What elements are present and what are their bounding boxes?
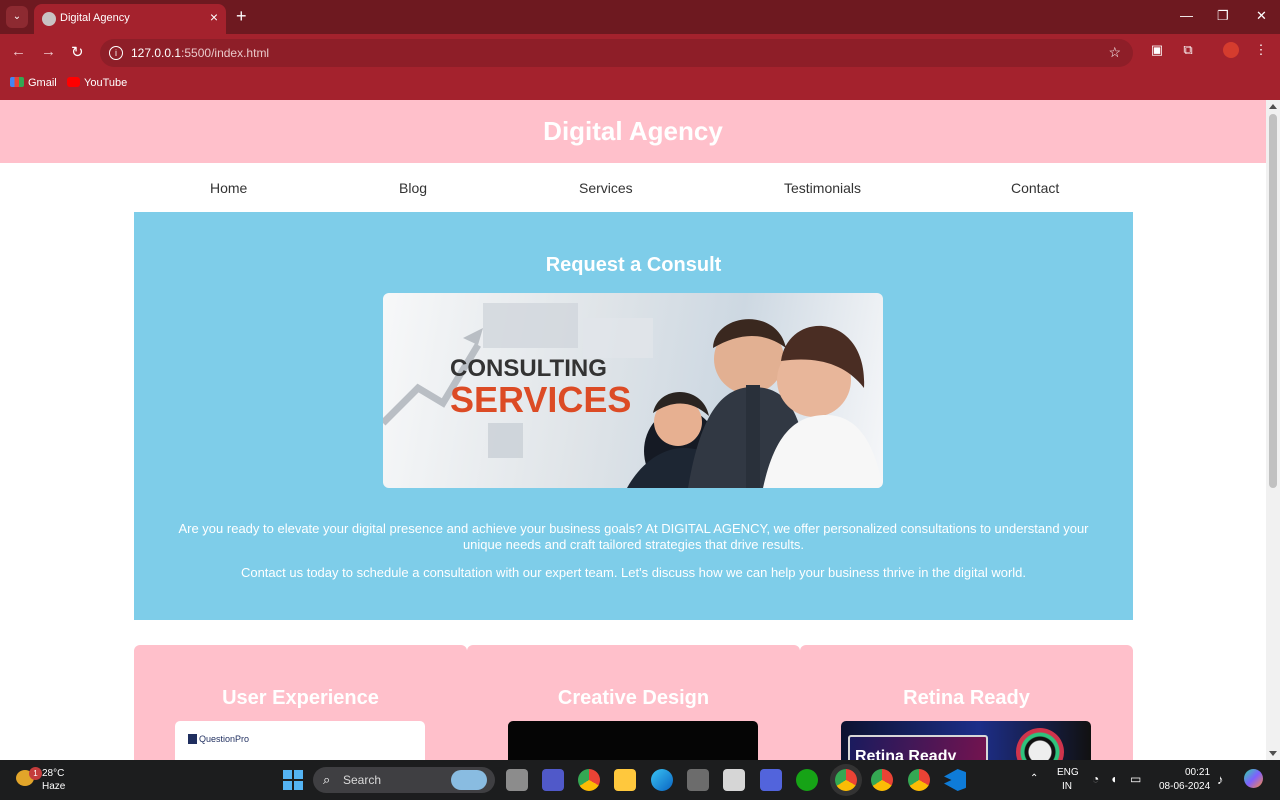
store-icon[interactable] — [723, 769, 745, 791]
site-title: Digital Agency — [543, 116, 723, 146]
consult-title: Request a Consult — [545, 254, 722, 276]
search-icon: ⌕ — [323, 772, 331, 787]
nav-contact[interactable]: Contact — [1011, 180, 1059, 196]
consulting-word: CONSULTING — [450, 355, 607, 382]
taskbar-search-label: Search — [343, 773, 382, 787]
minimize-icon[interactable]: — — [1180, 8, 1193, 23]
bookmarks-bar: Gmail YouTube — [0, 72, 1280, 100]
back-icon[interactable]: ← — [11, 43, 26, 60]
tab-search-icon[interactable]: ⌄ — [6, 6, 28, 28]
tray-overflow-icon[interactable]: ⌃ — [1030, 773, 1038, 784]
chrome-window-icon[interactable] — [908, 769, 930, 791]
battery-icon[interactable]: ▭ — [1130, 772, 1141, 786]
menu-kebab-icon[interactable]: ⋮ — [1253, 42, 1269, 58]
weather-badge: 1 — [29, 767, 42, 780]
feature-retina-ready: Retina Ready Retina Ready — [800, 645, 1133, 760]
chrome-icon[interactable] — [578, 769, 600, 791]
bookmark-youtube[interactable]: YouTube — [67, 77, 127, 89]
questionpro-text: QuestionPro — [199, 734, 250, 744]
feature-title: User Experience — [222, 687, 379, 709]
nav-testimonials[interactable]: Testimonials — [784, 180, 861, 196]
youtube-icon — [67, 77, 80, 87]
browser-frame: ⌄ Digital Agency × + — ❐ ✕ ← → ↻ i 127.0… — [0, 0, 1280, 100]
consulting-illustration: CONSULTING SERVICES — [383, 303, 883, 488]
chrome-profile-icon[interactable] — [871, 769, 893, 791]
vscode-icon[interactable] — [944, 769, 966, 791]
feature-image: QuestionPro — [175, 721, 425, 760]
weather-condition: Haze — [42, 781, 66, 792]
wifi-icon[interactable]: ◔ — [1092, 772, 1099, 786]
pocket-icon[interactable]: ▣ — [1149, 42, 1165, 58]
clock-date[interactable]: 08-06-2024 — [1159, 781, 1210, 792]
tab-title: Digital Agency — [60, 12, 130, 24]
clock-time[interactable]: 00:21 — [1185, 767, 1210, 778]
extensions-icon[interactable]: ⧉ — [1180, 42, 1196, 58]
tab-digital-agency[interactable]: Digital Agency × — [34, 4, 226, 34]
notification-bell-icon[interactable]: ♪ — [1217, 772, 1224, 787]
nav-services[interactable]: Services — [579, 180, 633, 196]
close-icon[interactable]: × — [210, 9, 218, 25]
restore-icon[interactable]: ❐ — [1217, 8, 1229, 24]
windows-start-icon[interactable] — [283, 770, 303, 790]
taskbar-search[interactable]: ⌕ Search — [313, 767, 495, 793]
consult-section: Request a Consult CONSULTING SERVICES Ar… — [134, 212, 1133, 620]
volume-icon[interactable]: ◖ — [1110, 772, 1117, 786]
edge-icon[interactable] — [651, 769, 673, 791]
weather-temperature: 28°C — [42, 768, 65, 779]
gmail-icon — [10, 77, 24, 87]
xbox-icon[interactable] — [796, 769, 818, 791]
feature-title: Creative Design — [557, 687, 710, 709]
features-section: User Experience QuestionPro Creative Des… — [134, 645, 1133, 760]
nav-home[interactable]: Home — [210, 180, 247, 196]
file-explorer-icon[interactable] — [614, 769, 636, 791]
reload-icon[interactable]: ↻ — [71, 43, 84, 61]
globe-icon — [42, 12, 56, 26]
site-header: Digital Agency — [0, 100, 1266, 163]
language-indicator[interactable]: ENG — [1057, 767, 1079, 778]
blender-icon[interactable] — [687, 769, 709, 791]
tab-strip: ⌄ Digital Agency × + — ❐ ✕ — [0, 0, 1280, 34]
consulting-services-image: CONSULTING SERVICES — [383, 293, 883, 488]
task-view-icon[interactable] — [506, 769, 528, 791]
browser-toolbar: ← → ↻ i 127.0.0.1:5500/index.html ☆ ▣ ⧉ … — [0, 34, 1280, 70]
site-info-icon[interactable]: i — [109, 46, 123, 60]
region-indicator[interactable]: IN — [1062, 781, 1072, 792]
search-highlight-icon — [451, 770, 487, 790]
nav-blog[interactable]: Blog — [399, 180, 427, 196]
questionpro-logo-icon — [188, 734, 197, 744]
services-word: SERVICES — [450, 379, 631, 420]
feature-image: Retina Ready — [841, 721, 1091, 760]
bookmark-gmail[interactable]: Gmail — [10, 77, 57, 89]
address-bar[interactable]: i 127.0.0.1:5500/index.html ☆ — [100, 39, 1133, 67]
chrome-active-icon[interactable] — [835, 769, 857, 791]
weather-widget[interactable]: 1 28°C Haze — [12, 766, 92, 794]
retina-dial-icon — [1016, 728, 1064, 760]
window-close-icon[interactable]: ✕ — [1256, 8, 1267, 24]
profile-avatar-icon[interactable] — [1223, 42, 1239, 58]
bookmark-star-icon[interactable]: ☆ — [1108, 44, 1121, 61]
retina-text: Retina Ready — [855, 748, 957, 760]
feature-title: Retina Ready — [903, 687, 1030, 709]
main-nav: Home Blog Services Testimonials Contact — [134, 163, 1133, 212]
scroll-thumb[interactable] — [1269, 114, 1277, 488]
new-tab-icon[interactable]: + — [236, 6, 247, 27]
windows-taskbar: 1 28°C Haze ⌕ Search ⌃ ENG IN ◔ ◖ ▭ 00:2… — [0, 760, 1280, 800]
teams-icon[interactable] — [542, 769, 564, 791]
page-scrollbar[interactable] — [1266, 100, 1280, 760]
feature-creative-design: Creative Design — [467, 645, 800, 760]
copilot-icon[interactable] — [1244, 769, 1263, 788]
page-viewport: Digital Agency Home Blog Services Testim… — [0, 100, 1266, 760]
consult-paragraph-2: Contact us today to schedule a consultat… — [240, 565, 1027, 580]
forward-icon[interactable]: → — [41, 43, 56, 60]
text-app-icon[interactable] — [760, 769, 782, 791]
feature-image — [508, 721, 758, 760]
url-text[interactable]: 127.0.0.1:5500/index.html — [131, 46, 269, 60]
scroll-down-icon[interactable] — [1269, 751, 1277, 756]
feature-user-experience: User Experience QuestionPro — [134, 645, 467, 760]
consult-paragraph-1: Are you ready to elevate your digital pr… — [178, 521, 1089, 552]
scroll-up-icon[interactable] — [1269, 104, 1277, 109]
